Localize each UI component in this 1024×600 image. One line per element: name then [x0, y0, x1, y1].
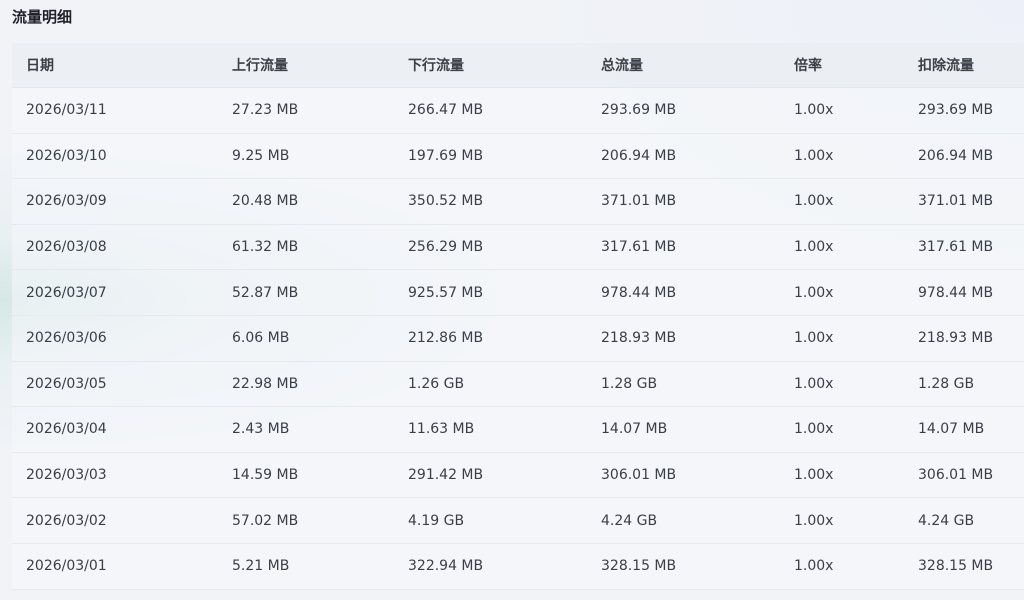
deducted-cell: 371.01 MB: [918, 193, 994, 210]
date-cell: 2026/03/08: [26, 239, 107, 256]
table-row: 2026/03/06 6.06 MB 212.86 MB 218.93 MB 1.00x…: [12, 315, 1024, 362]
rate-cell: 1.00x: [794, 284, 834, 301]
date-cell: 2026/03/01: [26, 558, 107, 575]
table-row: 2026/03/02 57.02 MB 4.19 GB 4.24 GB 1.00x 4.2…: [12, 498, 1024, 544]
table-body: 2026/03/11 27.23 MB 266.47 MB 293.69 MB 1.00…: [12, 88, 1024, 590]
total-cell: 4.24 GB: [601, 512, 658, 529]
date-cell: 2026/03/09: [26, 193, 107, 210]
deducted-cell: 14.07 MB: [918, 421, 985, 438]
table-row: 2026/03/01 5.21 MB 322.94 MB 328.15 MB 1.00x…: [12, 543, 1024, 590]
table-row: 2026/03/09 20.48 MB 350.52 MB 371.01 MB 1.00…: [12, 179, 1024, 225]
upload-cell: 14.59 MB: [232, 467, 299, 484]
rate-cell: 1.00x: [794, 558, 834, 575]
upload-cell: 22.98 MB: [232, 375, 299, 392]
table-header-row: 日期 上行流量 下行流量 总流量 倍率 扣除流量: [12, 43, 1024, 88]
table-row: 2026/03/04 2.43 MB 11.63 MB 14.07 MB 1.00x 14…: [12, 407, 1024, 453]
upload-cell: 52.87 MB: [232, 284, 299, 301]
total-cell: 317.61 MB: [601, 239, 677, 256]
download-cell: 925.57 MB: [408, 284, 484, 301]
table-row: 2026/03/10 9.25 MB 197.69 MB 206.94 MB 1.00x…: [12, 133, 1024, 180]
rate-cell: 1.00x: [794, 102, 834, 119]
column-header-rate: 倍率: [794, 58, 822, 74]
table-row: 2026/03/07 52.87 MB 925.57 MB 978.44 MB 1.00…: [12, 270, 1024, 316]
deducted-cell: 1.28 GB: [918, 375, 975, 392]
upload-cell: 9.25 MB: [232, 147, 290, 164]
download-cell: 322.94 MB: [408, 558, 484, 575]
date-cell: 2026/03/05: [26, 375, 107, 392]
rate-cell: 1.00x: [794, 193, 834, 210]
date-cell: 2026/03/07: [26, 284, 107, 301]
upload-cell: 6.06 MB: [232, 330, 290, 347]
download-cell: 212.86 MB: [408, 330, 484, 347]
section-title: 流量明细: [12, 8, 73, 26]
total-cell: 371.01 MB: [601, 193, 677, 210]
date-cell: 2026/03/06: [26, 330, 107, 347]
date-cell: 2026/03/04: [26, 421, 107, 438]
deducted-cell: 317.61 MB: [918, 239, 994, 256]
deducted-cell: 328.15 MB: [918, 558, 994, 575]
rate-cell: 1.00x: [794, 512, 834, 529]
date-cell: 2026/03/11: [26, 102, 107, 119]
date-cell: 2026/03/02: [26, 512, 107, 529]
column-header-date: 日期: [26, 58, 54, 74]
total-cell: 14.07 MB: [601, 421, 668, 438]
date-cell: 2026/03/10: [26, 147, 107, 164]
total-cell: 293.69 MB: [601, 102, 677, 119]
rate-cell: 1.00x: [794, 421, 834, 438]
upload-cell: 2.43 MB: [232, 421, 290, 438]
rate-cell: 1.00x: [794, 330, 834, 347]
rate-cell: 1.00x: [794, 375, 834, 392]
download-cell: 291.42 MB: [408, 467, 484, 484]
deducted-cell: 293.69 MB: [918, 102, 994, 119]
download-cell: 1.26 GB: [408, 375, 465, 392]
download-cell: 197.69 MB: [408, 147, 484, 164]
total-cell: 206.94 MB: [601, 147, 677, 164]
deducted-cell: 206.94 MB: [918, 147, 994, 164]
upload-cell: 61.32 MB: [232, 239, 299, 256]
deducted-cell: 306.01 MB: [918, 467, 994, 484]
table-row: 2026/03/11 27.23 MB 266.47 MB 293.69 MB 1.00…: [12, 88, 1024, 134]
upload-cell: 57.02 MB: [232, 512, 299, 529]
total-cell: 978.44 MB: [601, 284, 677, 301]
table-row: 2026/03/05 22.98 MB 1.26 GB 1.28 GB 1.00x 1.2…: [12, 361, 1024, 408]
deducted-cell: 218.93 MB: [918, 330, 994, 347]
download-cell: 266.47 MB: [408, 102, 484, 119]
traffic-detail-table: 日期 上行流量 下行流量 总流量 倍率 扣除流量 2026/03/11 27.23…: [12, 43, 1024, 590]
table-row: 2026/03/03 14.59 MB 291.42 MB 306.01 MB 1.00…: [12, 452, 1024, 499]
total-cell: 1.28 GB: [601, 375, 658, 392]
upload-cell: 27.23 MB: [232, 102, 299, 119]
deducted-cell: 978.44 MB: [918, 284, 994, 301]
table-row: 2026/03/08 61.32 MB 256.29 MB 317.61 MB 1.00…: [12, 224, 1024, 271]
upload-cell: 5.21 MB: [232, 558, 290, 575]
column-header-deducted: 扣除流量: [918, 58, 974, 74]
download-cell: 350.52 MB: [408, 193, 484, 210]
download-cell: 256.29 MB: [408, 239, 484, 256]
download-cell: 4.19 GB: [408, 512, 465, 529]
rate-cell: 1.00x: [794, 147, 834, 164]
column-header-upload: 上行流量: [232, 58, 288, 74]
upload-cell: 20.48 MB: [232, 193, 299, 210]
total-cell: 328.15 MB: [601, 558, 677, 575]
download-cell: 11.63 MB: [408, 421, 475, 438]
column-header-total: 总流量: [601, 58, 643, 74]
rate-cell: 1.00x: [794, 467, 834, 484]
total-cell: 218.93 MB: [601, 330, 677, 347]
date-cell: 2026/03/03: [26, 467, 107, 484]
total-cell: 306.01 MB: [601, 467, 677, 484]
rate-cell: 1.00x: [794, 239, 834, 256]
column-header-download: 下行流量: [408, 58, 464, 74]
deducted-cell: 4.24 GB: [918, 512, 975, 529]
